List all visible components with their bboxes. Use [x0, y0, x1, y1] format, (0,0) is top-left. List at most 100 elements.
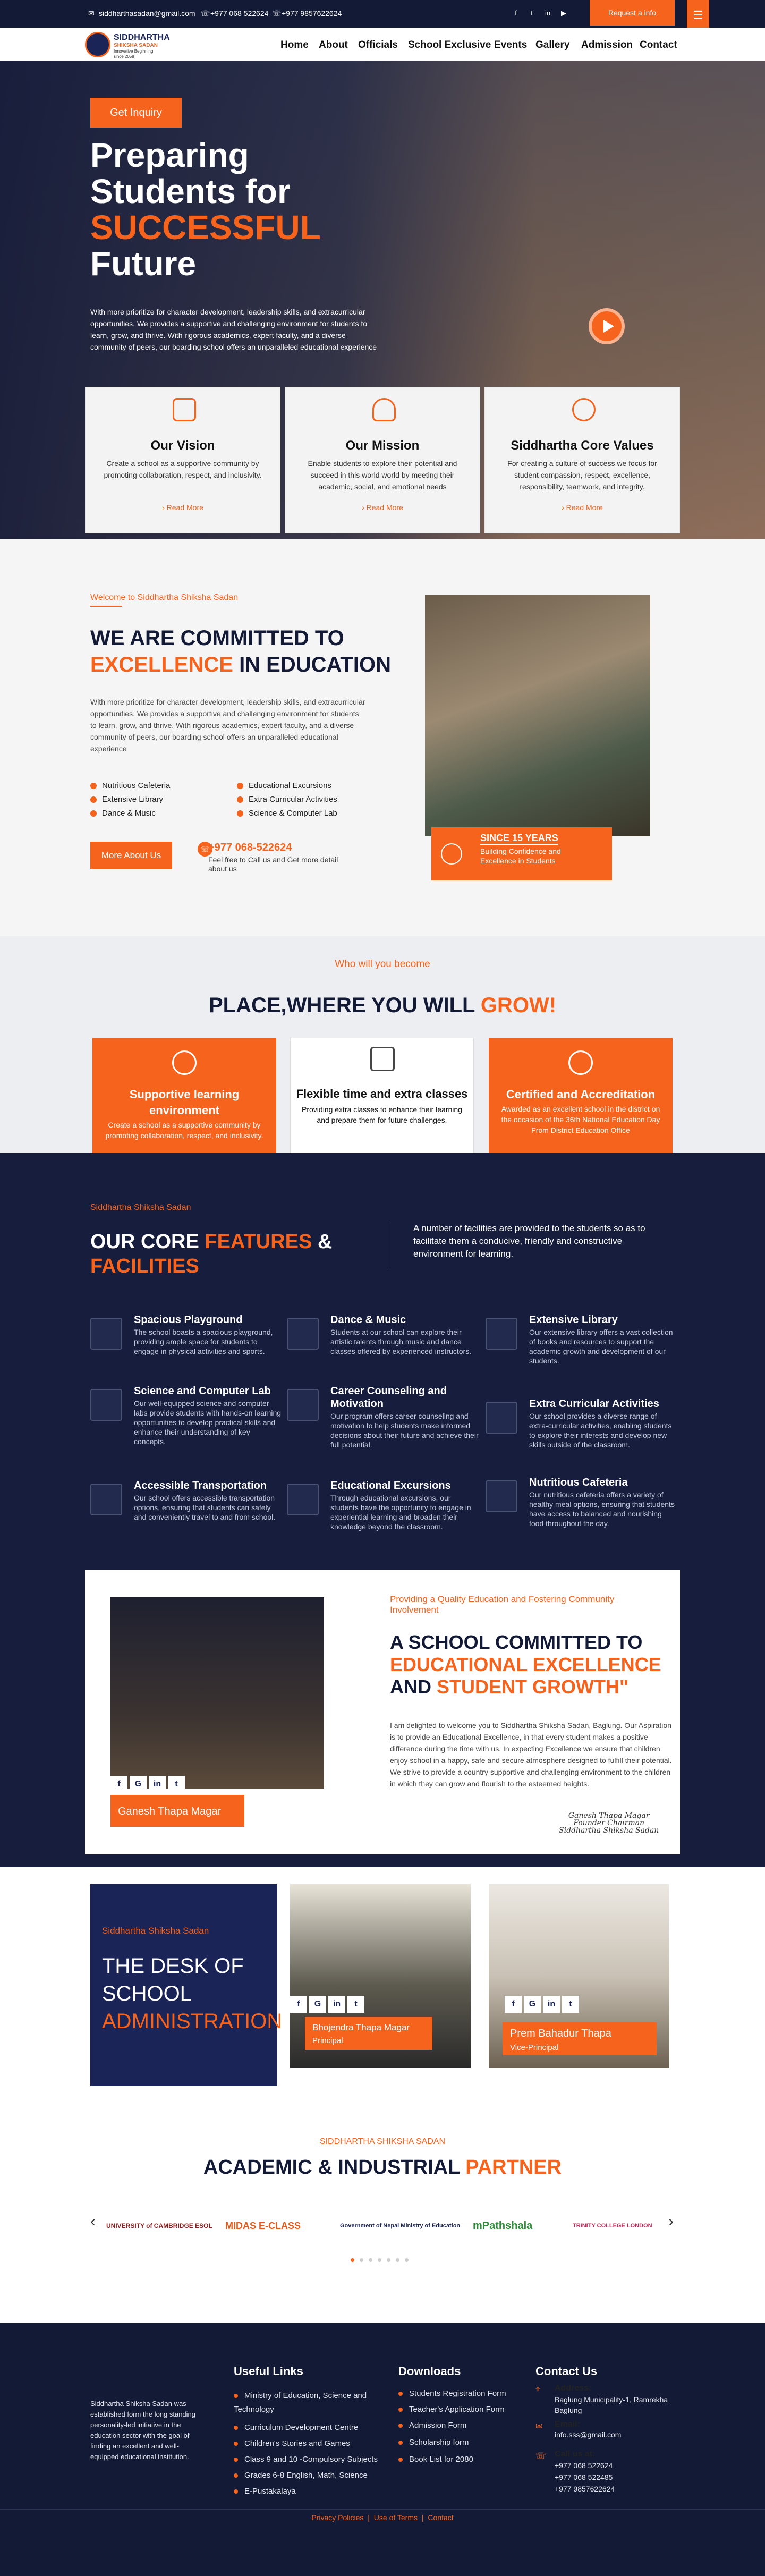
- carousel-next-icon[interactable]: ›: [668, 2213, 674, 2231]
- topbar-phone1[interactable]: +977 068 522624: [210, 9, 268, 18]
- partners-title-highlight: PARTNER: [465, 2156, 562, 2179]
- twitter-icon[interactable]: t: [347, 1996, 364, 2013]
- grow-card-desc: Awarded as an excellent school in the di…: [501, 1105, 660, 1134]
- signature-name: Ganesh Thapa Magar: [568, 1811, 650, 1820]
- useful-link[interactable]: Curriculum Development Centre: [234, 2423, 358, 2432]
- topbar-phone2[interactable]: +977 9857622624: [282, 9, 342, 18]
- partner-logo-mpathshala[interactable]: mPathshala: [473, 2214, 532, 2238]
- email-value[interactable]: info.sss@gmail.com: [555, 2430, 621, 2439]
- google-icon[interactable]: G: [309, 1996, 326, 2013]
- rocket-icon: [372, 398, 396, 421]
- download-link[interactable]: Teacher's Application Form: [398, 2405, 505, 2414]
- useful-link[interactable]: Children's Stories and Games: [234, 2439, 350, 2448]
- request-info-button[interactable]: Request a info: [590, 0, 675, 26]
- partner-logo-midas[interactable]: MIDAS E-CLASS: [225, 2214, 301, 2238]
- committed-phone[interactable]: +977 068-522624: [208, 842, 292, 854]
- feature-title: Career Counseling and Motivation: [330, 1385, 447, 1410]
- get-inquiry-button[interactable]: Get Inquiry: [90, 98, 182, 128]
- carousel-dot[interactable]: [369, 2258, 372, 2262]
- kicker-underline: [90, 606, 122, 607]
- footer-divider: [0, 2509, 765, 2510]
- feature-desc: Our program offers career counseling and…: [330, 1412, 479, 1449]
- feature-desc: Students at our school can explore their…: [330, 1328, 472, 1355]
- google-icon[interactable]: G: [130, 1776, 147, 1793]
- phone-icon: ☏: [536, 2452, 547, 2461]
- contact-link[interactable]: Contact: [428, 2513, 453, 2522]
- carousel-dot[interactable]: [387, 2258, 390, 2262]
- facebook-icon[interactable]: f: [510, 7, 522, 19]
- feature-title: Nutritious Cafeteria: [529, 1477, 628, 1488]
- facebook-icon[interactable]: f: [290, 1996, 307, 2013]
- carousel-dot-active[interactable]: [351, 2258, 354, 2262]
- privacy-link[interactable]: Privacy Policies: [311, 2513, 363, 2522]
- feature-desc: Our well-equipped science and computer l…: [134, 1399, 282, 1446]
- mission-title: Our Mission: [345, 438, 420, 453]
- nav-admission[interactable]: Admission: [581, 39, 633, 51]
- core-values-read-more[interactable]: › Read More: [485, 503, 679, 512]
- terms-link[interactable]: Use of Terms: [374, 2513, 418, 2522]
- nav-gallery[interactable]: Gallery: [536, 39, 570, 51]
- read-more-label: Read More: [366, 503, 403, 512]
- footer-separator: |: [421, 2513, 424, 2522]
- footer-phone[interactable]: +977 068 522485: [555, 2473, 613, 2481]
- facebook-icon[interactable]: f: [110, 1776, 128, 1793]
- twitter-icon[interactable]: t: [526, 7, 538, 19]
- linkedin-icon[interactable]: in: [149, 1776, 166, 1793]
- play-video-icon[interactable]: [589, 308, 625, 344]
- atom-icon: [90, 1389, 122, 1421]
- google-icon[interactable]: G: [524, 1996, 541, 2013]
- message-title-line1: A SCHOOL COMMITTED TO: [390, 1631, 643, 1653]
- address-label: Address:: [555, 2384, 592, 2393]
- partner-logo-moe[interactable]: Government of Nepal Ministry of Educatio…: [340, 2214, 460, 2238]
- carousel-dot[interactable]: [378, 2258, 381, 2262]
- partner-logo-trinity[interactable]: TRINITY COLLEGE LONDON: [573, 2214, 652, 2238]
- facility-item: Nutritious Cafeteria: [90, 781, 170, 790]
- nav-officials[interactable]: Officials: [358, 39, 398, 51]
- core-values-card: Siddhartha Core Values For creating a cu…: [484, 387, 680, 533]
- more-about-us-button[interactable]: More About Us: [90, 842, 172, 869]
- carousel-dot[interactable]: [396, 2258, 400, 2262]
- footer-phone[interactable]: +977 068 522624: [555, 2461, 613, 2470]
- partner-logo-cambridge[interactable]: UNIVERSITY of CAMBRIDGE ESOL: [106, 2214, 212, 2238]
- twitter-icon[interactable]: t: [168, 1776, 185, 1793]
- hero-title: Preparing Students for SUCCESSFUL Future: [90, 137, 409, 282]
- facebook-icon[interactable]: f: [505, 1996, 522, 2013]
- linkedin-icon[interactable]: in: [543, 1996, 560, 2013]
- grow-card-flexible: Flexible time and extra classes Providin…: [290, 1038, 474, 1163]
- committed-title-highlight: EXCELLENCE: [90, 653, 233, 676]
- nav-home[interactable]: Home: [280, 39, 309, 51]
- carousel-prev-icon[interactable]: ‹: [90, 2213, 96, 2231]
- download-link[interactable]: Students Registration Form: [398, 2389, 506, 2398]
- school-logo[interactable]: [85, 32, 110, 57]
- useful-link[interactable]: Ministry of Education, Science and Techn…: [234, 2389, 372, 2417]
- useful-link[interactable]: Grades 6-8 English, Math, Science: [234, 2471, 368, 2480]
- download-link[interactable]: Book List for 2080: [398, 2455, 473, 2464]
- vice-principal-role: Vice-Principal: [510, 2043, 559, 2052]
- twitter-icon[interactable]: t: [562, 1996, 579, 2013]
- chairman-message-card: f G in t Ganesh Thapa Magar Providing a …: [85, 1570, 680, 1854]
- useful-link[interactable]: E-Pustakalaya: [234, 2487, 296, 2496]
- excursion-icon: [287, 1484, 319, 1515]
- nav-school-exclusive[interactable]: School Exclusive: [408, 39, 491, 51]
- email-icon: ✉: [536, 2422, 543, 2431]
- vision-read-more[interactable]: › Read More: [86, 503, 280, 512]
- contact-title: Contact Us: [536, 2365, 598, 2378]
- mission-read-more[interactable]: › Read More: [285, 503, 480, 512]
- linkedin-icon[interactable]: in: [328, 1996, 345, 2013]
- youtube-icon[interactable]: ▶: [558, 7, 570, 19]
- nav-events[interactable]: Events: [494, 39, 527, 51]
- footer-phone[interactable]: +977 9857622624: [555, 2485, 615, 2493]
- carousel-dot[interactable]: [405, 2258, 409, 2262]
- hero-description: With more prioritize for character devel…: [90, 308, 377, 351]
- facility-item: Extra Curricular Activities: [237, 795, 337, 804]
- useful-link[interactable]: Class 9 and 10 -Compulsory Subjects: [234, 2455, 378, 2464]
- features-title-text: OUR CORE: [90, 1231, 199, 1253]
- carousel-dot[interactable]: [360, 2258, 363, 2262]
- download-link[interactable]: Scholarship form: [398, 2438, 469, 2447]
- linkedin-icon[interactable]: in: [542, 7, 554, 19]
- nav-about[interactable]: About: [319, 39, 348, 51]
- topbar-email[interactable]: siddharthasadan@gmail.com: [99, 9, 196, 18]
- download-link[interactable]: Admission Form: [398, 2421, 466, 2430]
- features-title-highlight2: FACILITIES: [90, 1255, 199, 1277]
- nav-contact[interactable]: Contact: [640, 39, 677, 51]
